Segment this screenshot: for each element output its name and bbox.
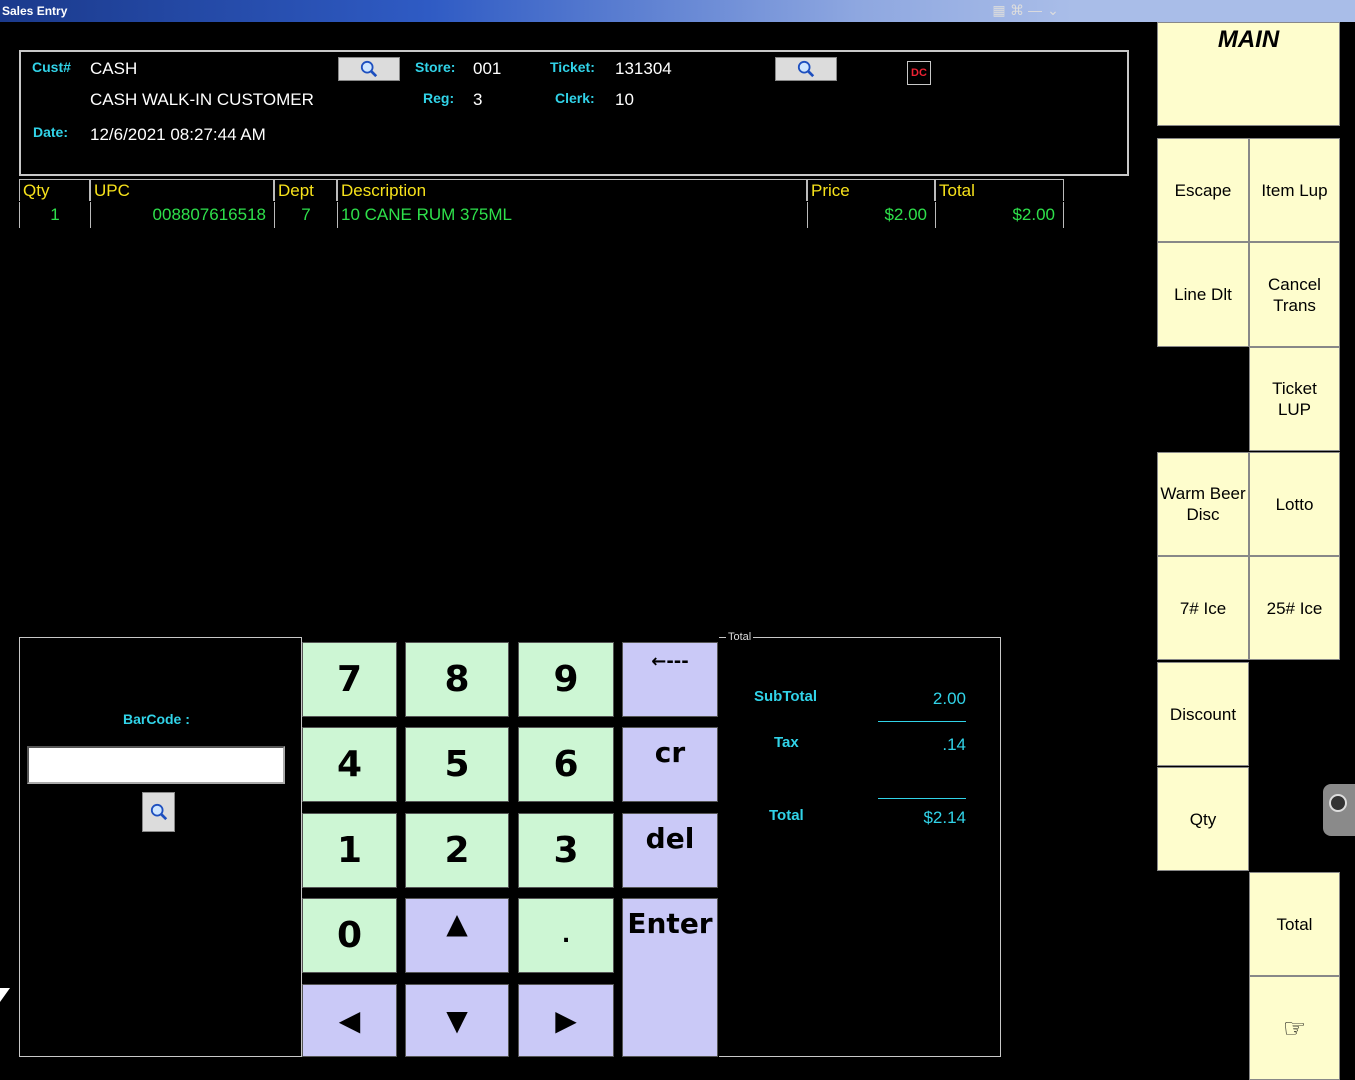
escape-button[interactable]: Escape — [1157, 138, 1249, 242]
key-6[interactable]: 6 — [518, 727, 614, 802]
warm-beer-disc-button[interactable]: Warm Beer Disc — [1157, 452, 1249, 556]
cancel-trans-button[interactable]: Cancel Trans — [1249, 242, 1340, 347]
item-lookup-button[interactable]: Item Lup — [1249, 138, 1340, 242]
date-label: Date: — [33, 124, 69, 140]
date-value: 12/6/2021 08:27:44 AM — [90, 125, 266, 144]
subtotal-divider — [878, 721, 966, 722]
total-label: Total — [769, 807, 804, 824]
barcode-input[interactable] — [27, 746, 285, 784]
subtotal-label: SubTotal — [754, 688, 818, 705]
col-qty: Qty — [19, 179, 90, 201]
total-button[interactable]: Total — [1249, 872, 1340, 976]
key-0[interactable]: 0 — [302, 898, 397, 973]
customer-lookup-button[interactable] — [338, 57, 400, 81]
tax-divider — [878, 798, 966, 799]
right-arrow-key[interactable]: ▶ — [518, 984, 614, 1057]
barcode-search-button[interactable] — [142, 792, 175, 832]
enter-key[interactable]: Enter — [622, 898, 718, 1057]
col-dept: Dept — [274, 179, 337, 201]
key-8[interactable]: 8 — [405, 642, 509, 717]
title-bar-extension — [1072, 0, 1355, 22]
cr-key[interactable]: cr — [622, 727, 718, 802]
ticket-lookup-button[interactable] — [775, 57, 837, 81]
key-7[interactable]: 7 — [302, 642, 397, 717]
ice-7lb-button[interactable]: 7# Ice — [1157, 556, 1249, 660]
magnifier-icon — [360, 60, 378, 78]
tax-label: Tax — [774, 734, 799, 751]
ticket-lookup-function-button[interactable]: Ticket LUP — [1249, 347, 1340, 451]
col-description: Description — [337, 179, 807, 201]
tax-value: .14 — [942, 735, 966, 754]
subtotal-value: 2.00 — [932, 689, 966, 708]
totals-legend: Total — [726, 631, 754, 643]
restore-icon[interactable]: ⌘ — [1008, 2, 1026, 19]
cell-total: $2.00 — [935, 202, 1064, 228]
magnifier-icon — [150, 803, 167, 821]
col-total: Total — [935, 179, 1064, 201]
cell-price: $2.00 — [807, 202, 935, 228]
chevron-down-icon[interactable]: ⌄ — [1044, 2, 1062, 19]
key-1[interactable]: 1 — [302, 813, 397, 888]
backspace-key[interactable]: ←--- — [622, 642, 718, 717]
pointer-hand-button[interactable]: ☞ — [1249, 976, 1340, 1080]
cust-label: Cust# — [32, 59, 71, 75]
collapse-icon — [1329, 794, 1347, 812]
dc-badge-button[interactable]: DC — [907, 61, 931, 85]
decimal-key[interactable]: . — [518, 898, 614, 973]
down-arrow-key[interactable]: ▼ — [405, 984, 509, 1057]
line-delete-button[interactable]: Line Dlt — [1157, 242, 1249, 347]
col-upc: UPC — [90, 179, 274, 201]
left-arrow-key[interactable]: ◀ — [302, 984, 397, 1057]
cell-upc: 008807616518 — [90, 202, 274, 228]
key-2[interactable]: 2 — [405, 813, 509, 888]
up-arrow-key[interactable]: ▲ — [405, 898, 509, 973]
ticket-value: 131304 — [615, 59, 672, 78]
cell-dept: 7 — [274, 202, 337, 228]
ice-25lb-button[interactable]: 25# Ice — [1249, 556, 1340, 660]
key-5[interactable]: 5 — [405, 727, 509, 802]
cell-qty: 1 — [19, 202, 90, 228]
magnifier-icon — [797, 60, 815, 78]
side-panel-tab[interactable] — [1323, 784, 1355, 836]
key-3[interactable]: 3 — [518, 813, 614, 888]
cust-value: CASH — [90, 59, 138, 78]
mouse-cursor-icon — [0, 988, 10, 1002]
barcode-panel — [19, 637, 302, 1057]
key-4[interactable]: 4 — [302, 727, 397, 802]
discount-button[interactable]: Discount — [1157, 662, 1249, 766]
total-value: $2.14 — [923, 808, 966, 827]
col-price: Price — [807, 179, 935, 201]
window-title: Sales Entry — [2, 4, 68, 18]
window-controls: ▦ ⌘ — ⌄ — [990, 2, 1070, 20]
customer-name: CASH WALK-IN CUSTOMER — [90, 90, 314, 109]
reg-label: Reg: — [423, 90, 455, 106]
cell-description: 10 CANE RUM 375ML — [337, 202, 807, 228]
minimize-icon[interactable]: — — [1026, 2, 1044, 18]
qty-button[interactable]: Qty — [1157, 767, 1249, 871]
ticket-label: Ticket: — [550, 59, 595, 75]
del-key[interactable]: del — [622, 813, 718, 888]
store-label: Store: — [415, 59, 456, 75]
key-9[interactable]: 9 — [518, 642, 614, 717]
clerk-label: Clerk: — [555, 90, 595, 106]
reg-value: 3 — [473, 90, 483, 109]
barcode-label: BarCode : — [123, 711, 190, 727]
grid-icon[interactable]: ▦ — [990, 2, 1008, 19]
main-menu-button[interactable]: MAIN — [1157, 22, 1340, 126]
title-bar: Sales Entry ▦ ⌘ — ⌄ — [0, 0, 1072, 22]
clerk-value: 10 — [615, 90, 634, 109]
store-value: 001 — [473, 59, 502, 78]
lotto-button[interactable]: Lotto — [1249, 452, 1340, 556]
